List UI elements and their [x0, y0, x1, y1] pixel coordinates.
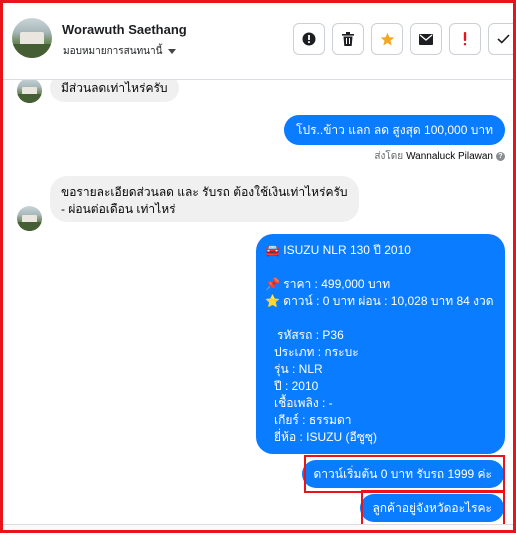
car-year: ปี : 2010 [274, 379, 319, 393]
contact-name[interactable]: Worawuth Saethang [62, 22, 187, 37]
conversation-header: Worawuth Saethang มอบหมายการสนทนานี้ [3, 3, 513, 80]
star-icon [380, 32, 394, 45]
message-text: โปร..ข้าว แลก ลด สูงสุด 100,000 บาท [296, 123, 493, 137]
car-fuel: เชื้อเพลิง : - [274, 396, 333, 410]
assign-label: มอบหมายการสนทนานี้ [63, 46, 163, 57]
message-thread[interactable]: มีส่วนลดเท่าไหร่ครับ โปร..ข้าว แลก ลด สู… [3, 80, 513, 530]
exclamation-circle-icon [302, 32, 316, 46]
car-down-payment: ⭐ ดาวน์ : 0 บาท ผ่อน : 10,028 บาท 84 งวด [265, 294, 494, 308]
trash-icon [342, 32, 354, 46]
exclamation-icon [463, 32, 467, 46]
car-type: ประเภท : กระบะ [274, 345, 359, 359]
message-text: ดาวน์เริ่มต้น 0 บาท รับรถ 1999 ค่ะ [313, 467, 492, 481]
avatar[interactable] [12, 18, 52, 58]
car-title: 🚘 ISUZU NLR 130 ปี 2010 [265, 243, 411, 257]
message-text: ลูกค้าอยู่จังหวัดอะไรคะ [372, 501, 492, 515]
mark-done-button[interactable] [488, 23, 513, 55]
important-button[interactable] [449, 23, 481, 55]
avatar [17, 206, 42, 231]
message-text-line: ขอรายละเอียดส่วนลด และ รับรถ ต้องใช้เงิน… [61, 185, 348, 199]
sent-by-prefix: ส่งโดย [374, 151, 404, 162]
incoming-message[interactable]: ขอรายละเอียดส่วนลด และ รับรถ ต้องใช้เงิน… [50, 176, 359, 222]
check-icon [496, 34, 510, 44]
envelope-icon [419, 33, 433, 45]
chevron-down-icon [168, 49, 177, 54]
sent-by-name: Wannaluck Pilawan [406, 151, 493, 162]
star-button[interactable] [371, 23, 403, 55]
message-text-line: - ผ่อนต่อเดือน เท่าไหร่ [61, 202, 176, 216]
delete-button[interactable] [332, 23, 364, 55]
car-model: รุ่น : NLR [274, 362, 323, 376]
info-icon[interactable]: ? [496, 152, 505, 161]
outgoing-message[interactable]: ลูกค้าอยู่จังหวัดอะไรคะ [360, 494, 504, 522]
mark-unread-button[interactable] [410, 23, 442, 55]
conversation-frame: Worawuth Saethang มอบหมายการสนทนานี้ มีส… [0, 0, 516, 533]
assign-conversation-dropdown[interactable]: มอบหมายการสนทนานี้ [63, 44, 177, 59]
outgoing-message[interactable]: โปร..ข้าว แลก ลด สูงสุด 100,000 บาท [284, 115, 505, 145]
outgoing-message-car-details[interactable]: 🚘 ISUZU NLR 130 ปี 2010 📌 ราคา : 499,000… [256, 234, 505, 454]
composer-edge [3, 524, 513, 530]
car-gear: เกียร์ : ธรรมดา [274, 413, 352, 427]
avatar [17, 80, 42, 103]
message-text: มีส่วนลดเท่าไหร่ครับ [61, 81, 168, 95]
car-price: 📌 ราคา : 499,000 บาท [265, 277, 391, 291]
mark-spam-button[interactable] [293, 23, 325, 55]
car-code: รหัสรถ : P36 [277, 328, 344, 342]
sent-by-label: ส่งโดย Wannaluck Pilawan ? [374, 149, 505, 164]
outgoing-message[interactable]: ดาวน์เริ่มต้น 0 บาท รับรถ 1999 ค่ะ [301, 460, 504, 488]
incoming-message[interactable]: มีส่วนลดเท่าไหร่ครับ [50, 80, 179, 102]
car-brand: ยี่ห้อ : ISUZU (อีซูซุ) [274, 430, 377, 444]
